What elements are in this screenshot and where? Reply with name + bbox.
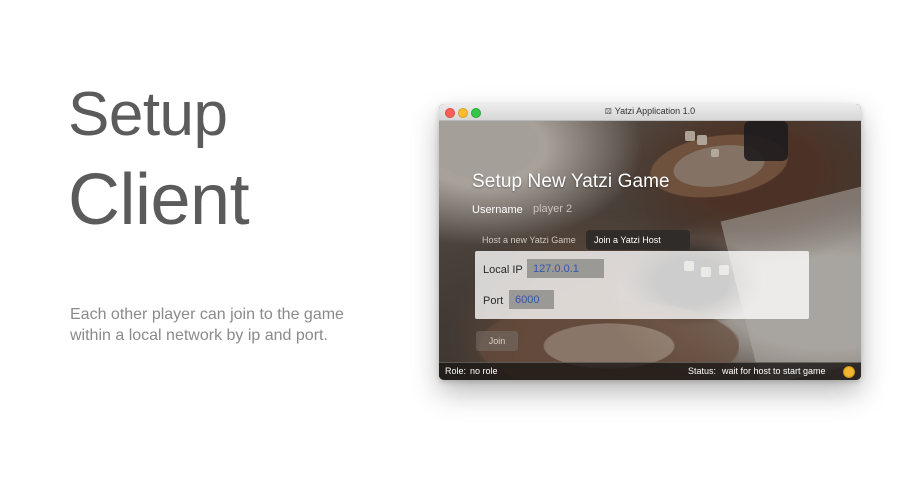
port-input[interactable] <box>509 290 554 309</box>
tab-join-host[interactable]: Join a Yatzi Host <box>586 230 690 250</box>
hero-description-line2: within a local network by ip and port. <box>70 327 328 344</box>
status-bar: Role: no role Status: wait for host to s… <box>439 362 861 380</box>
status-label: Status: <box>688 366 717 376</box>
hero-title: Setup Client <box>68 80 250 240</box>
dice-icon: ⚄ <box>604 107 612 116</box>
join-button[interactable]: Join <box>476 331 518 351</box>
username-label: Username <box>472 204 523 216</box>
join-host-panel: Local IP Port <box>475 251 809 319</box>
status-indicator-icon <box>843 366 855 378</box>
window-title-text: Yatzi Application 1.0 <box>614 106 696 116</box>
status-value: wait for host to start game <box>722 366 826 376</box>
window-title: ⚄ Yatzi Application 1.0 <box>439 106 861 116</box>
local-ip-input[interactable] <box>527 259 604 278</box>
tab-host-game[interactable]: Host a new Yatzi Game <box>474 230 587 250</box>
port-label: Port <box>483 295 504 307</box>
hero-description: Each other player can join to the game w… <box>70 304 410 346</box>
local-ip-label: Local IP <box>483 264 523 276</box>
setup-heading: Setup New Yatzi Game <box>472 171 670 192</box>
hero-title-line2: Client <box>68 160 250 240</box>
hero-description-line1: Each other player can join to the game <box>70 306 344 323</box>
role-value: no role <box>470 366 498 376</box>
username-input[interactable] <box>529 200 647 218</box>
hero-title-line1: Setup <box>68 80 228 149</box>
background-photo: Setup New Yatzi Game Username Host a new… <box>439 121 861 380</box>
window-titlebar[interactable]: ⚄ Yatzi Application 1.0 <box>439 104 861 121</box>
role-label: Role: <box>445 366 467 376</box>
app-window: ⚄ Yatzi Application 1.0 Setup New Yatzi G… <box>439 104 861 380</box>
